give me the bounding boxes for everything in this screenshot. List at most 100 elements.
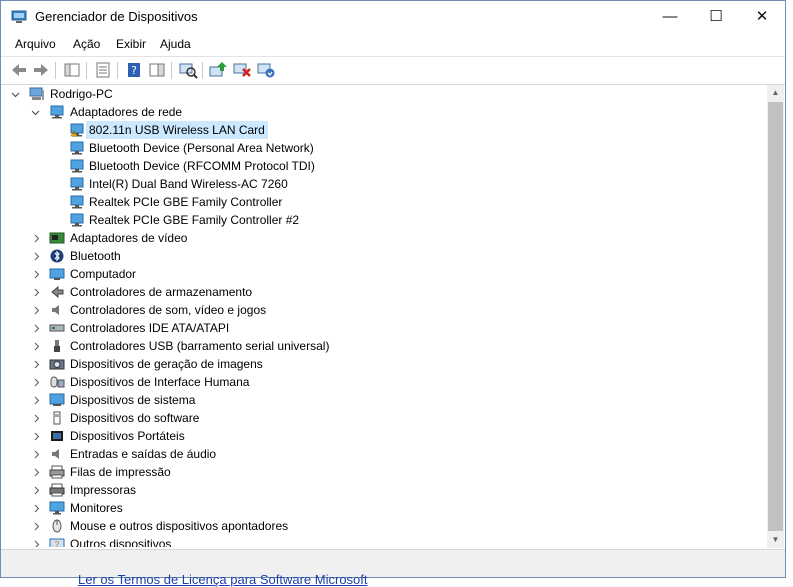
- menu-exibir[interactable]: Exibir: [116, 37, 146, 51]
- tree-category-label: Dispositivos de sistema: [70, 393, 196, 407]
- storage-controller-icon: [51, 285, 64, 299]
- expand-chevron-icon[interactable]: [32, 486, 41, 495]
- network-device-label: Realtek PCIe GBE Family Controller #2: [89, 213, 300, 227]
- expand-chevron-icon[interactable]: [32, 396, 41, 405]
- expand-chevron-icon[interactable]: [32, 378, 41, 387]
- disable-device-icon[interactable]: [232, 61, 252, 79]
- tree-category-label: Computador: [70, 267, 137, 281]
- tree-category-label: Adaptadores de rede: [70, 105, 183, 119]
- properties-icon[interactable]: [93, 61, 113, 79]
- scan-hardware-icon[interactable]: [178, 61, 198, 79]
- expand-chevron-icon[interactable]: [32, 270, 41, 279]
- bluetooth-icon: [50, 249, 64, 263]
- expand-chevron-icon[interactable]: [32, 360, 41, 369]
- tree-category-label: Controladores de som, vídeo e jogos: [70, 303, 267, 317]
- menu-arquivo[interactable]: Arquivo: [15, 37, 56, 51]
- tree-category-label: Entradas e saídas de áudio: [70, 447, 217, 461]
- title-bar[interactable]: Gerenciador de Dispositivos — ☐ ✕: [1, 1, 785, 33]
- expand-chevron-icon[interactable]: [32, 522, 41, 531]
- collapse-chevron-icon[interactable]: [31, 108, 40, 117]
- show-hide-console-tree-icon[interactable]: [62, 61, 82, 79]
- expand-chevron-icon[interactable]: [32, 252, 41, 261]
- expand-chevron-icon[interactable]: [32, 306, 41, 315]
- network-device-label: Realtek PCIe GBE Family Controller: [89, 195, 283, 209]
- tree-category-label: Outros dispositivos: [70, 537, 172, 547]
- monitor-icon: [49, 501, 65, 515]
- expand-chevron-icon[interactable]: [32, 342, 41, 351]
- display-adapter-icon: [49, 232, 65, 244]
- expand-chevron-icon[interactable]: [32, 414, 41, 423]
- expand-chevron-icon[interactable]: [32, 324, 41, 333]
- device-tree[interactable]: Rodrigo-PC Adaptadores de rede 802.11n U…: [7, 85, 767, 547]
- forward-icon[interactable]: [31, 61, 51, 79]
- expand-chevron-icon[interactable]: [32, 540, 41, 547]
- tree-category-label: Mouse e outros dispositivos apontadores: [70, 519, 289, 533]
- collapse-chevron-icon[interactable]: [11, 90, 20, 99]
- tree-category-label: Monitores: [70, 501, 123, 515]
- expand-chevron-icon[interactable]: [32, 234, 41, 243]
- background-license-link[interactable]: Ler os Termos de Licença para Software M…: [78, 572, 368, 587]
- tree-root-label: Rodrigo-PC: [50, 87, 113, 101]
- imaging-device-icon: [49, 359, 65, 370]
- network-device-label: Bluetooth Device (RFCOMM Protocol TDI): [89, 159, 315, 173]
- menu-ajuda[interactable]: Ajuda: [160, 37, 191, 51]
- svg-text:?: ?: [131, 64, 137, 77]
- network-device-label: Intel(R) Dual Band Wireless-AC 7260: [89, 177, 288, 191]
- network-adapter-icon: [70, 141, 84, 155]
- other-device-icon: ?: [49, 538, 65, 547]
- usb-icon: [54, 340, 60, 352]
- help-icon[interactable]: ?: [124, 61, 144, 79]
- scroll-down-arrow-icon[interactable]: ▼: [767, 532, 784, 548]
- network-adapter-icon: [70, 177, 84, 191]
- vertical-scrollbar[interactable]: ▲ ▼: [767, 85, 784, 548]
- hid-icon: [50, 376, 65, 388]
- device-manager-window: Gerenciador de Dispositivos — ☐ ✕ Arquiv…: [0, 0, 786, 578]
- print-queue-icon: [49, 465, 65, 479]
- expand-chevron-icon[interactable]: [32, 450, 41, 459]
- uninstall-device-icon[interactable]: [256, 61, 276, 79]
- expand-chevron-icon[interactable]: [32, 432, 41, 441]
- tree-category-label: Adaptadores de vídeo: [70, 231, 188, 245]
- menu-acao[interactable]: Ação: [73, 37, 100, 51]
- tree-category-label: Impressoras: [70, 483, 137, 497]
- update-driver-icon[interactable]: [208, 61, 228, 79]
- tree-category-label: Dispositivos do software: [70, 411, 200, 425]
- scroll-up-arrow-icon[interactable]: ▲: [767, 85, 784, 101]
- tree-category-label: Dispositivos Portáteis: [70, 429, 185, 443]
- printer-icon: [49, 483, 65, 497]
- maximize-button[interactable]: ☐: [693, 1, 739, 33]
- svg-text:?: ?: [55, 540, 60, 547]
- back-icon[interactable]: [9, 61, 29, 79]
- audio-io-icon: [52, 449, 59, 459]
- tree-category-label: Filas de impressão: [70, 465, 171, 479]
- network-device-label: 802.11n USB Wireless LAN Card: [86, 121, 268, 139]
- action-pane-icon[interactable]: [147, 61, 167, 79]
- system-device-icon: [49, 393, 65, 406]
- portable-device-icon: [51, 431, 63, 441]
- close-button[interactable]: ✕: [739, 1, 785, 33]
- network-adapter-icon: [70, 213, 84, 227]
- tree-category-label: Dispositivos de geração de imagens: [70, 357, 263, 371]
- network-adapter-icon: [70, 195, 84, 209]
- expand-chevron-icon[interactable]: [32, 504, 41, 513]
- device-manager-icon: [11, 10, 27, 23]
- minimize-button[interactable]: —: [647, 1, 693, 33]
- network-adapter-warning-icon: [70, 123, 84, 137]
- network-device-label: Bluetooth Device (Personal Area Network): [89, 141, 314, 155]
- software-device-icon: [53, 411, 61, 425]
- computer-icon: [49, 268, 65, 280]
- tree-category-label: Dispositivos de Interface Humana: [70, 375, 250, 389]
- computer-icon: [29, 87, 44, 100]
- tree-category-label: Bluetooth: [70, 249, 121, 263]
- tree-category-label: Controladores de armazenamento: [70, 285, 253, 299]
- expand-chevron-icon[interactable]: [32, 288, 41, 297]
- toolbar: ?: [1, 56, 785, 85]
- sound-icon: [52, 305, 59, 315]
- tree-category-label: Controladores USB (barramento serial uni…: [70, 339, 330, 353]
- ide-controller-icon: [49, 324, 65, 332]
- network-adapter-icon: [70, 159, 84, 173]
- network-adapter-icon: [50, 105, 64, 119]
- mouse-icon: [52, 519, 62, 533]
- scrollbar-thumb[interactable]: [768, 102, 783, 531]
- expand-chevron-icon[interactable]: [32, 468, 41, 477]
